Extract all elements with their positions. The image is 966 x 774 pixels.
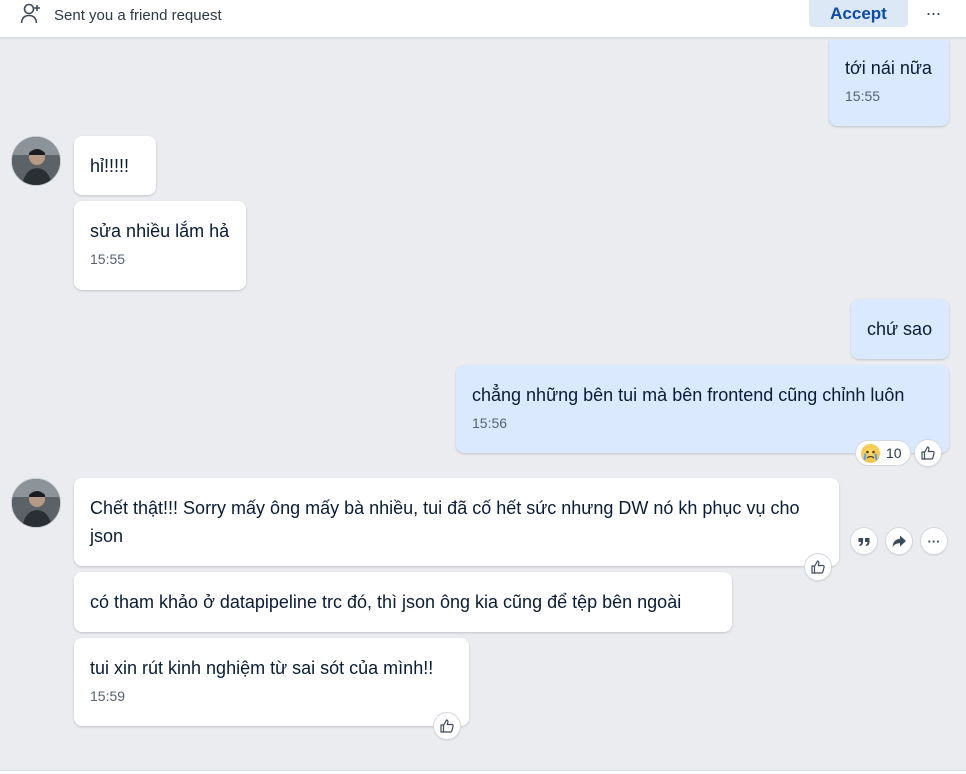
thumbs-up-icon [921,446,935,460]
thumbs-up-icon [811,560,825,574]
reaction-summary[interactable]: 10 [855,440,911,466]
forward-icon [892,535,906,547]
message-bubble-incoming[interactable]: Chết thật!!! Sorry mấy ông mấy bà nhiều,… [74,478,839,566]
message-text: Chết thật!!! Sorry mấy ông mấy bà nhiều,… [90,498,800,546]
react-like-button[interactable] [433,712,461,740]
message-bubble-incoming[interactable]: hỉ!!!!! [74,136,156,195]
add-friend-icon [20,3,40,24]
more-icon: ··· [927,533,941,549]
message-time: 15:59 [90,688,126,704]
accept-button[interactable]: Accept [809,0,908,27]
message-bubble-outgoing[interactable]: chứ sao [851,299,949,359]
friend-request-bar: Sent you a friend request Accept ··· [0,0,966,38]
quote-icon [858,538,870,546]
composer-divider [0,770,966,774]
message-time: 15:56 [472,415,508,431]
friend-request-more-button[interactable]: ··· [918,0,948,26]
avatar[interactable] [11,478,61,528]
crying-face-icon [861,443,880,463]
message-more-button[interactable]: ··· [920,527,948,555]
avatar-photo [12,137,60,185]
avatar-photo [12,479,60,527]
quote-button[interactable] [850,527,878,555]
message-bubble-incoming[interactable]: có tham khảo ở datapipeline trc đó, thì … [74,572,732,632]
message-bubble-outgoing[interactable]: tới nái nữa 15:55 [829,40,949,126]
message-text: chẳng những bên tui mà bên frontend cũng… [472,385,905,405]
react-like-button[interactable] [914,439,942,467]
message-bubble-incoming[interactable]: sửa nhiều lắm hả 15:55 [74,201,246,290]
friend-request-text: Sent you a friend request [54,7,222,24]
thumbs-up-icon [440,719,454,733]
chat-window: Sent you a friend request Accept ··· tới… [0,0,966,774]
message-text: tui xin rút kinh nghiệm từ sai sót của m… [90,658,434,678]
message-time: 15:55 [845,88,881,104]
message-text: tới nái nữa [845,58,932,78]
reaction-count: 10 [886,445,902,461]
message-text: có tham khảo ở datapipeline trc đó, thì … [90,592,682,612]
message-time: 15:55 [90,251,126,267]
forward-button[interactable] [885,527,913,555]
message-text: hỉ!!!!! [90,156,130,176]
message-text: chứ sao [867,319,933,339]
message-bubble-incoming[interactable]: tui xin rút kinh nghiệm từ sai sót của m… [74,638,469,726]
message-text: sửa nhiều lắm hả [90,221,230,241]
react-like-button[interactable] [804,553,832,581]
avatar[interactable] [11,136,61,186]
